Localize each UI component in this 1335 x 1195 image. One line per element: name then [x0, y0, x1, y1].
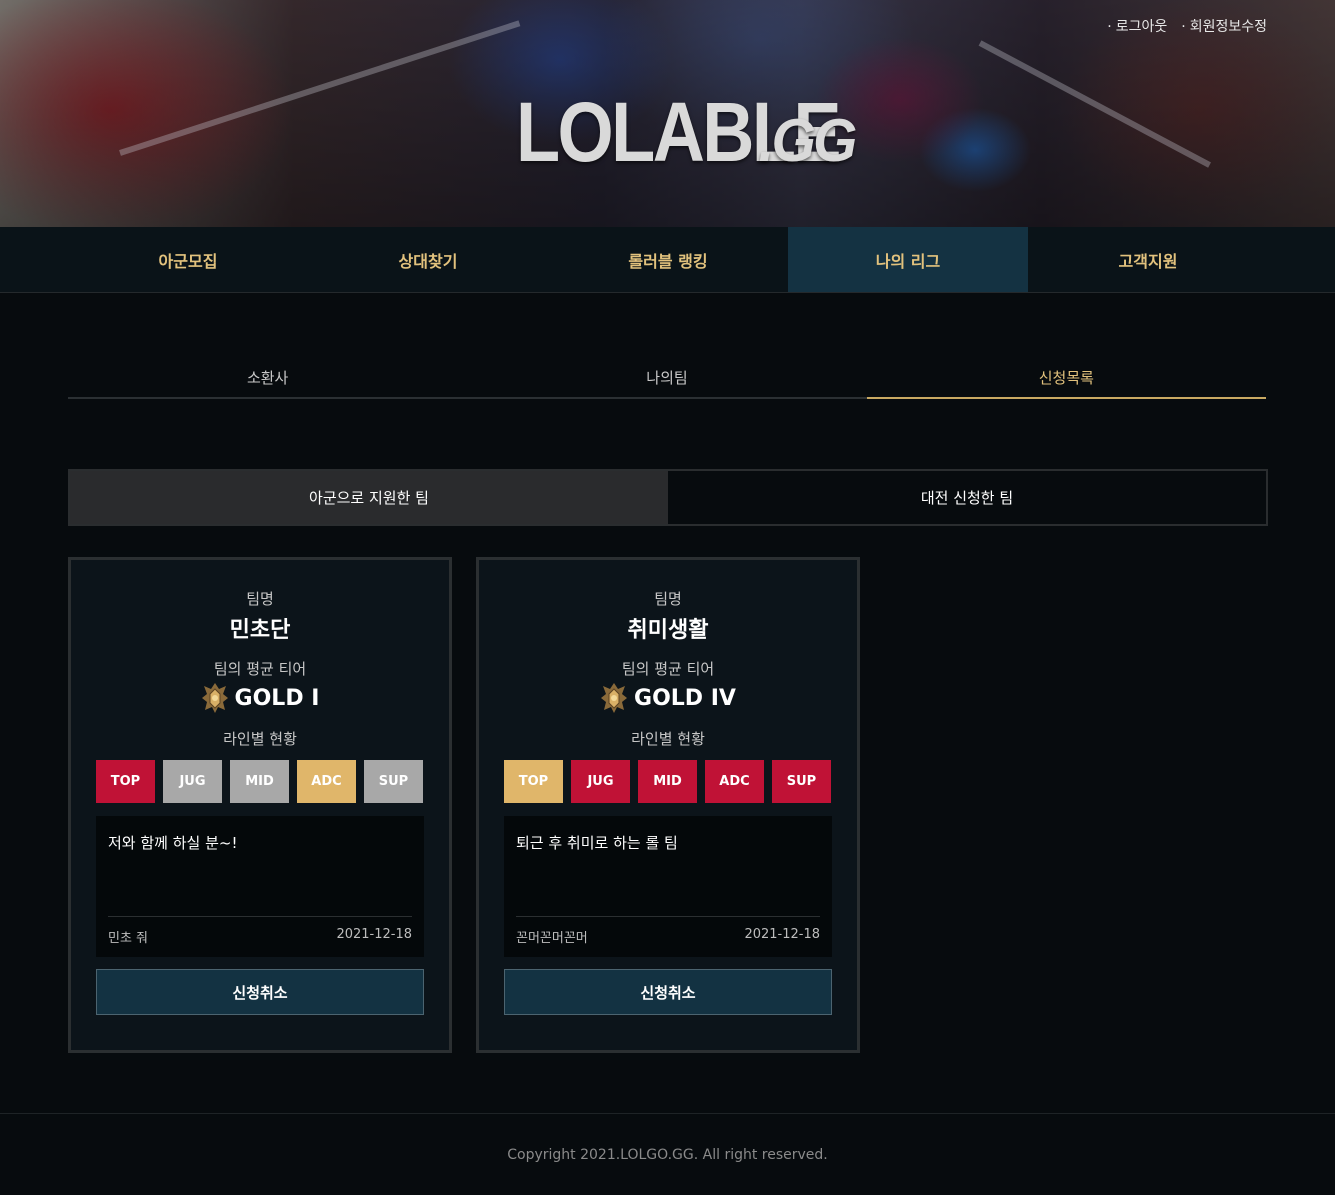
nav-item-recruit[interactable]: 아군모집 — [68, 227, 308, 292]
logo-main-text: LOLABLE — [516, 85, 842, 179]
lane-top: TOP — [96, 760, 155, 803]
lane-status-list: TOP JUG MID ADC SUP — [504, 760, 831, 803]
nav-item-support[interactable]: 고객지원 — [1028, 227, 1268, 292]
team-message: 퇴근 후 취미로 하는 롤 팀 — [516, 834, 678, 852]
gold-tier-emblem-icon — [601, 683, 628, 713]
tab-applications[interactable]: 신청목록 — [866, 355, 1267, 399]
tab-my-team[interactable]: 나의팀 — [467, 355, 866, 397]
bullet: · — [1181, 19, 1186, 35]
lanes-label: 라인별 현황 — [631, 730, 705, 748]
team-name: 취미생활 — [627, 618, 709, 643]
edit-profile-link[interactable]: · 회원정보수정 — [1181, 16, 1267, 36]
footer: Copyright 2021.LOLGO.GG. All right reser… — [0, 1113, 1335, 1195]
logo-suffix-text: .GG — [758, 107, 858, 174]
team-name-label: 팀명 — [246, 590, 274, 608]
tier-text: GOLD IV — [634, 685, 736, 711]
account-links: · 로그아웃 · 회원정보수정 — [1107, 16, 1267, 36]
team-card: 팀명 취미생활 팀의 평균 티어 GOLD IV 라인별 현황 TOP JUG … — [476, 557, 860, 1053]
lane-sup: SUP — [364, 760, 423, 803]
team-message-box: 퇴근 후 취미로 하는 롤 팀 꼰머꼰머꼰머 2021-12-18 — [504, 816, 832, 957]
logout-label: 로그아웃 — [1115, 19, 1168, 35]
sub-tabs: 소환사 나의팀 신청목록 — [68, 355, 1267, 399]
tier-label: 팀의 평균 티어 — [621, 660, 715, 678]
divider — [516, 916, 820, 917]
lane-sup: SUP — [772, 760, 831, 803]
lane-status-list: TOP JUG MID ADC SUP — [96, 760, 423, 803]
nav-item-find-opponent[interactable]: 상대찾기 — [308, 227, 548, 292]
lanes-label: 라인별 현황 — [223, 730, 297, 748]
team-tier: GOLD IV — [479, 682, 857, 714]
lane-mid: MID — [638, 760, 697, 803]
lane-adc: ADC — [297, 760, 356, 803]
toggle-match-requested[interactable]: 대전 신청한 팀 — [668, 471, 1266, 524]
team-tier: GOLD I — [71, 682, 449, 714]
lane-mid: MID — [230, 760, 289, 803]
nav-item-my-league[interactable]: 나의 리그 — [788, 227, 1028, 292]
nav-item-ranking[interactable]: 롤러블 랭킹 — [548, 227, 788, 292]
tab-summoner[interactable]: 소환사 — [68, 355, 467, 397]
site-logo[interactable]: LOLABLE .GG — [516, 84, 857, 179]
post-date: 2021-12-18 — [744, 927, 820, 942]
team-message-box: 저와 함께 하실 분~! 민초 줘 2021-12-18 — [96, 816, 424, 957]
toggle-ally-applied[interactable]: 아군으로 지원한 팀 — [70, 471, 668, 524]
team-name-label: 팀명 — [654, 590, 682, 608]
tier-text: GOLD I — [234, 685, 320, 711]
hero-banner: LOLABLE .GG · 로그아웃 · 회원정보수정 — [0, 0, 1335, 227]
gold-tier-emblem-icon — [201, 683, 228, 713]
lane-jug: JUG — [571, 760, 630, 803]
edit-profile-label: 회원정보수정 — [1189, 19, 1267, 35]
tier-label: 팀의 평균 티어 — [213, 660, 307, 678]
copyright-text: Copyright 2021.LOLGO.GG. All right reser… — [507, 1147, 828, 1163]
bullet: · — [1107, 19, 1112, 35]
team-leader: 꼰머꼰머꼰머 — [516, 931, 588, 946]
main-nav: 아군모집 상대찾기 롤러블 랭킹 나의 리그 고객지원 — [0, 227, 1335, 293]
team-name: 민초단 — [229, 618, 291, 643]
team-message: 저와 함께 하실 분~! — [108, 834, 238, 852]
cancel-application-button[interactable]: 신청취소 — [96, 969, 424, 1015]
application-type-toggle: 아군으로 지원한 팀 대전 신청한 팀 — [68, 469, 1268, 526]
cancel-application-button[interactable]: 신청취소 — [504, 969, 832, 1015]
lane-jug: JUG — [163, 760, 222, 803]
divider — [108, 916, 412, 917]
post-date: 2021-12-18 — [336, 927, 412, 942]
lane-adc: ADC — [705, 760, 764, 803]
team-card: 팀명 민초단 팀의 평균 티어 GOLD I 라인별 현황 TOP JUG MI… — [68, 557, 452, 1053]
team-leader: 민초 줘 — [108, 931, 149, 946]
logout-link[interactable]: · 로그아웃 — [1107, 16, 1167, 36]
lane-top: TOP — [504, 760, 563, 803]
